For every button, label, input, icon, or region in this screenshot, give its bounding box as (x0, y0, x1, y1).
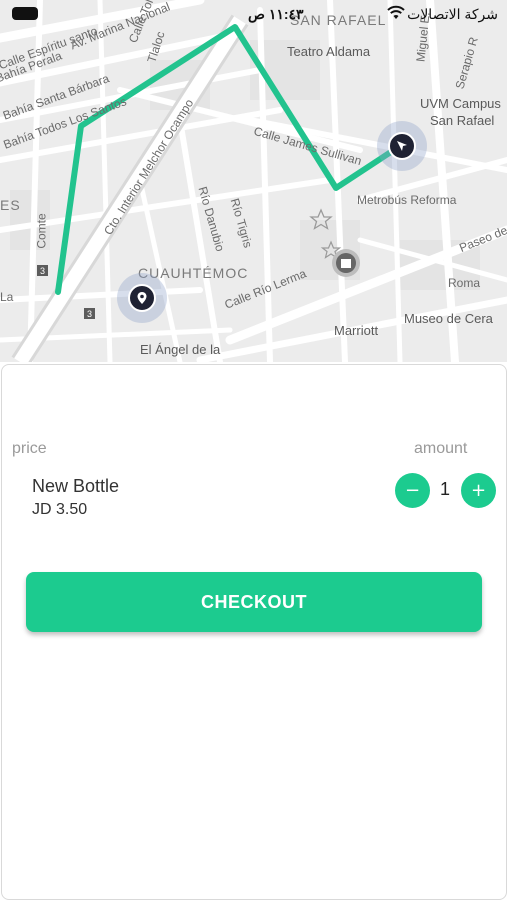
amount-header: amount (414, 440, 468, 457)
item-price: JD 3.50 (32, 501, 88, 518)
carrier-name: شركة الاتصالات (407, 6, 498, 22)
checkout-button[interactable]: CHECKOUT (26, 572, 482, 632)
svg-text:3: 3 (87, 309, 92, 319)
item-name: New Bottle (32, 476, 120, 496)
map-label-angel: El Ángel de la (140, 342, 221, 357)
map-label-comte: Comte (34, 213, 49, 249)
route-map[interactable]: 3 3 Av. Marina Nacional Calle Espíritu s… (0, 0, 507, 362)
svg-text:3: 3 (40, 266, 45, 276)
destination-marker[interactable] (377, 121, 427, 171)
quantity-value: 1 (439, 479, 450, 499)
origin-marker[interactable] (117, 273, 167, 323)
map-label-la: La (0, 290, 14, 304)
map-label-museo: Museo de Cera (404, 311, 493, 326)
decrease-quantity-button[interactable]: − (395, 473, 430, 508)
map-label-es: ES (0, 197, 21, 213)
battery-icon (12, 7, 38, 20)
map-label-roma: Roma (448, 276, 481, 290)
map-label-metrobus: Metrobús Reforma (357, 193, 457, 207)
status-time: ١١:٤٣ ص (248, 6, 304, 22)
map-label-marriott: Marriott (334, 323, 379, 338)
map-label-san-rafael-small: San Rafael (430, 113, 495, 128)
map-streets: 3 3 (0, 0, 507, 362)
map-label-teatro: Teatro Aldama (287, 44, 371, 59)
location-pin-icon (137, 292, 147, 304)
map-label-uvm: UVM Campus (420, 96, 501, 111)
price-header: price (12, 440, 47, 457)
increase-quantity-button[interactable]: + (461, 473, 496, 508)
wifi-icon (387, 5, 405, 19)
screen: 3 3 Av. Marina Nacional Calle Espíritu s… (0, 0, 507, 900)
navigation-arrow-icon (397, 141, 407, 151)
status-bar: ١١:٤٣ ص شركة الاتصالات (0, 0, 507, 28)
